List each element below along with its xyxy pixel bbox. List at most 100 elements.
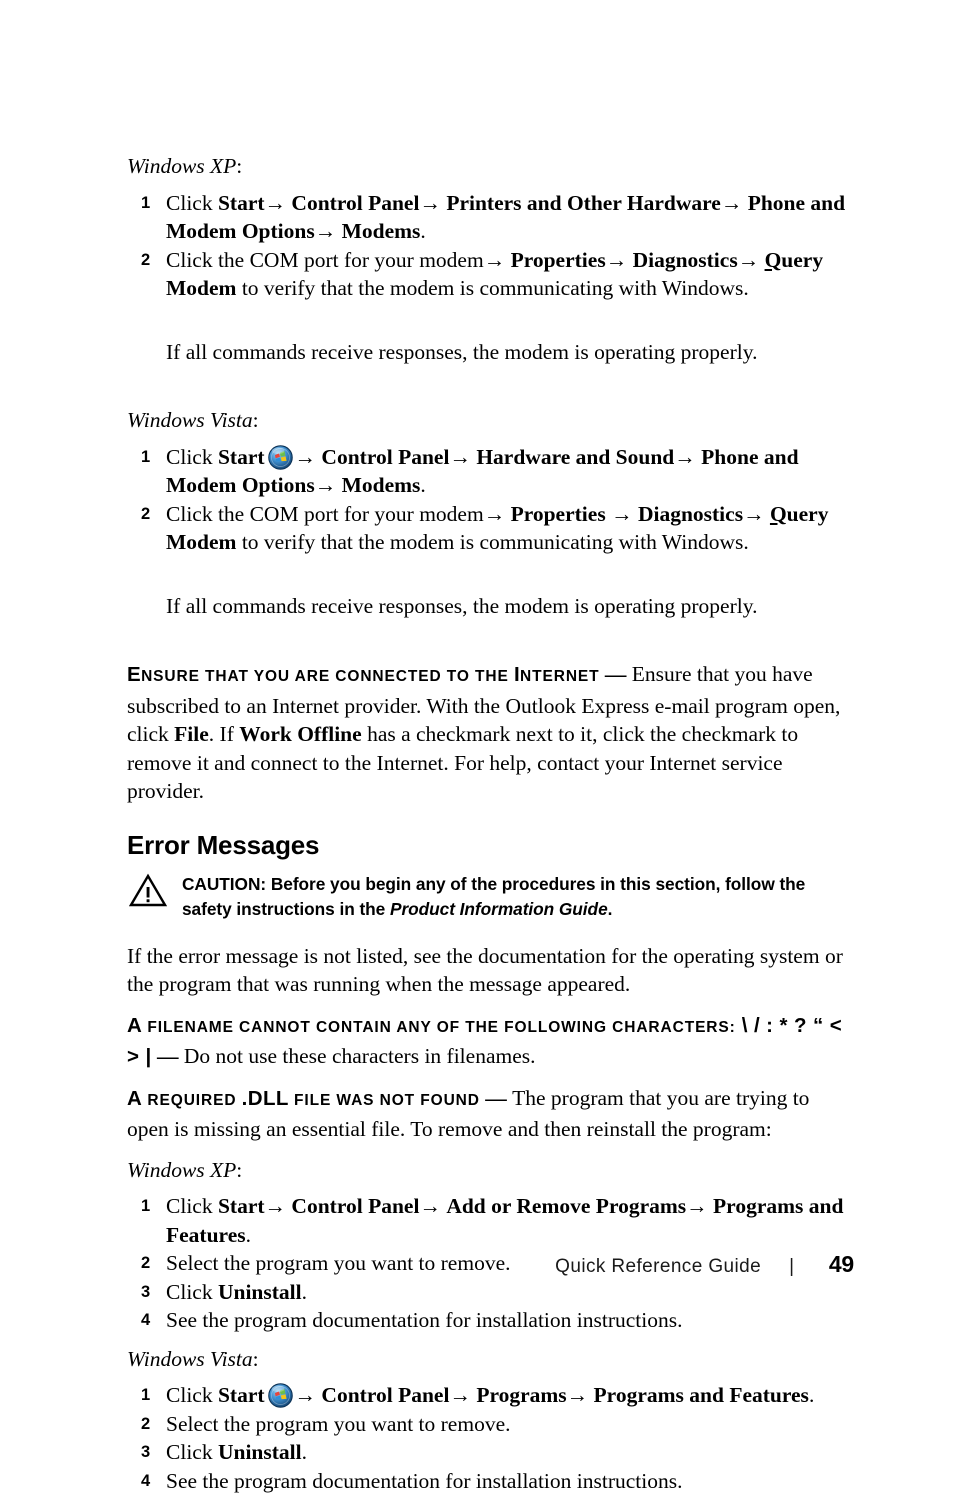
ui-path-control-panel: Control Panel <box>321 1383 449 1407</box>
os-label-windows-xp: Windows XP: <box>127 152 855 181</box>
ui-path-uninstall: Uninstall <box>218 1440 302 1464</box>
os-label-windows-vista: Windows Vista: <box>127 406 855 435</box>
step-text-prefix: Click <box>166 1383 218 1407</box>
arrow-icon: → <box>606 248 633 272</box>
arrow-icon: → <box>419 191 446 215</box>
arrow-icon: → <box>315 473 342 497</box>
caution-block: CAUTION: Before you begin any of the pro… <box>127 872 855 922</box>
step-number: 2 <box>141 246 150 275</box>
step-item: 2Click the COM port for your modem→ Prop… <box>141 500 855 557</box>
error-entry-body: Do not use these characters in filenames… <box>184 1044 536 1068</box>
step-number: 1 <box>141 443 150 472</box>
step-text-prefix: Click <box>166 445 218 469</box>
ui-path-start: Start <box>218 445 265 469</box>
error-messages-intro: If the error message is not listed, see … <box>127 942 855 999</box>
step-text: See the program documentation for instal… <box>166 1308 682 1332</box>
step-number: 2 <box>141 500 150 529</box>
step-number: 3 <box>141 1438 150 1467</box>
step-item: 1Click Start→ Control Panel→ Add or Remo… <box>141 1192 855 1249</box>
ui-menu-file: File <box>174 722 209 746</box>
check-body-text: . If <box>209 722 239 746</box>
arrow-icon: → <box>484 502 511 526</box>
step-text-tail: . <box>809 1383 814 1407</box>
step-item: 1Click Start→ Control Panel→ Printers an… <box>141 189 855 246</box>
step-item: 3 Click Uninstall. <box>141 1438 855 1467</box>
ui-path-add-or-remove-programs: Add or Remove Programs <box>446 1194 686 1218</box>
accelerator-key-q: Q <box>765 248 782 272</box>
arrow-icon: → <box>567 1383 594 1407</box>
dll-literal: .DLL <box>242 1087 289 1110</box>
caution-label: CAUTION: <box>182 874 266 894</box>
error-entry-invalid-filename-characters: A FILENAME CANNOT CONTAIN ANY OF THE FOL… <box>127 1011 855 1074</box>
arrow-icon: → <box>295 1383 322 1407</box>
step-number: 1 <box>141 1192 150 1221</box>
ui-path-modems: Modems <box>342 473 421 497</box>
ui-path-properties: Properties <box>511 502 606 526</box>
ui-path-diagnostics: Diagnostics <box>633 248 738 272</box>
error-entry-heading: A REQUIRED .DLL FILE WAS NOT FOUND <box>127 1092 480 1109</box>
ui-path-start: Start <box>218 191 265 215</box>
step-text-prefix: Click <box>166 1194 218 1218</box>
ui-path-programs: Programs <box>476 1383 566 1407</box>
check-ensure-connected-to-internet: ENSURE THAT YOU ARE CONNECTED TO THE INT… <box>127 660 855 806</box>
step-item: 4 See the program documentation for insta… <box>141 1306 855 1335</box>
em-dash: — <box>480 1086 512 1110</box>
arrow-icon: → <box>743 502 770 526</box>
arrow-icon: → <box>265 191 292 215</box>
page-footer: Quick Reference Guide | 49 <box>0 1251 954 1291</box>
os-label-windows-xp-uninstall: Windows XP: <box>127 1156 855 1185</box>
arrow-icon: → <box>265 1194 292 1218</box>
step-number: 4 <box>141 1306 150 1335</box>
section-heading-error-messages: Error Messages <box>127 830 855 860</box>
em-dash: — <box>600 662 632 686</box>
vista-uninstall-steps: 1Click Start→ Control Panel→ Programs→ P… <box>127 1381 855 1495</box>
document-page: Windows XP: 1Click Start→ Control Panel→… <box>0 0 954 1352</box>
error-entry-required-dll-not-found: A REQUIRED .DLL FILE WAS NOT FOUND — The… <box>127 1084 855 1144</box>
ui-menu-work-offline: Work Offline <box>239 722 361 746</box>
step-text: Select the program you want to remove. <box>166 1412 511 1436</box>
arrow-icon: → <box>449 1383 476 1407</box>
caution-text-tail: . <box>608 899 613 919</box>
arrow-icon: → <box>419 1194 446 1218</box>
arrow-icon: → <box>484 248 511 272</box>
xp-modem-steps: 1Click Start→ Control Panel→ Printers an… <box>127 189 855 303</box>
arrow-icon: → <box>295 445 322 469</box>
footer-separator: | <box>789 1256 794 1278</box>
vista-modem-note: If all commands receive responses, the m… <box>166 592 855 621</box>
step-item: 4 See the program documentation for insta… <box>141 1467 855 1495</box>
accelerator-key-q: Q <box>770 502 787 526</box>
em-dash: — <box>152 1044 184 1068</box>
ui-path-hardware-and-sound: Hardware and Sound <box>476 445 674 469</box>
step-text-tail: . <box>302 1440 307 1464</box>
page-number: 49 <box>820 1251 854 1278</box>
step-text-tail: . <box>420 219 425 243</box>
ui-path-printers-and-other-hardware: Printers and Other Hardware <box>446 191 721 215</box>
ui-path-properties: Properties <box>511 248 606 272</box>
ui-path-programs-and-features: Programs and Features <box>594 1383 809 1407</box>
step-number: 4 <box>141 1467 150 1495</box>
ui-path-control-panel: Control Panel <box>321 445 449 469</box>
check-heading: ENSURE THAT YOU ARE CONNECTED TO THE INT… <box>127 668 600 685</box>
step-text-prefix: Click <box>166 1440 218 1464</box>
step-number: 1 <box>141 1381 150 1410</box>
step-text-tail: to verify that the modem is communicatin… <box>236 530 748 554</box>
ui-path-control-panel: Control Panel <box>291 1194 419 1218</box>
ui-path-modems: Modems <box>342 219 421 243</box>
step-number: 2 <box>141 1410 150 1439</box>
os-label-windows-vista-uninstall: Windows Vista: <box>127 1345 855 1374</box>
arrow-icon: → <box>606 502 638 526</box>
xp-modem-note: If all commands receive responses, the m… <box>166 338 855 367</box>
step-text-tail: to verify that the modem is communicatin… <box>236 276 748 300</box>
ui-path-diagnostics: Diagnostics <box>638 502 743 526</box>
arrow-icon: → <box>738 248 765 272</box>
step-text-tail: . <box>420 473 425 497</box>
step-text: See the program documentation for instal… <box>166 1469 682 1493</box>
windows-start-orb-icon <box>268 1383 293 1408</box>
step-item: 1Click Start→ Control Panel→ Hardware an… <box>141 443 855 500</box>
ui-path-start: Start <box>218 1383 265 1407</box>
ui-path-control-panel: Control Panel <box>291 191 419 215</box>
step-item: 2Click the COM port for your modem→ Prop… <box>141 246 855 303</box>
step-item: 1Click Start→ Control Panel→ Programs→ P… <box>141 1381 855 1410</box>
arrow-icon: → <box>315 219 342 243</box>
page-content: Windows XP: 1Click Start→ Control Panel→… <box>127 152 855 1495</box>
